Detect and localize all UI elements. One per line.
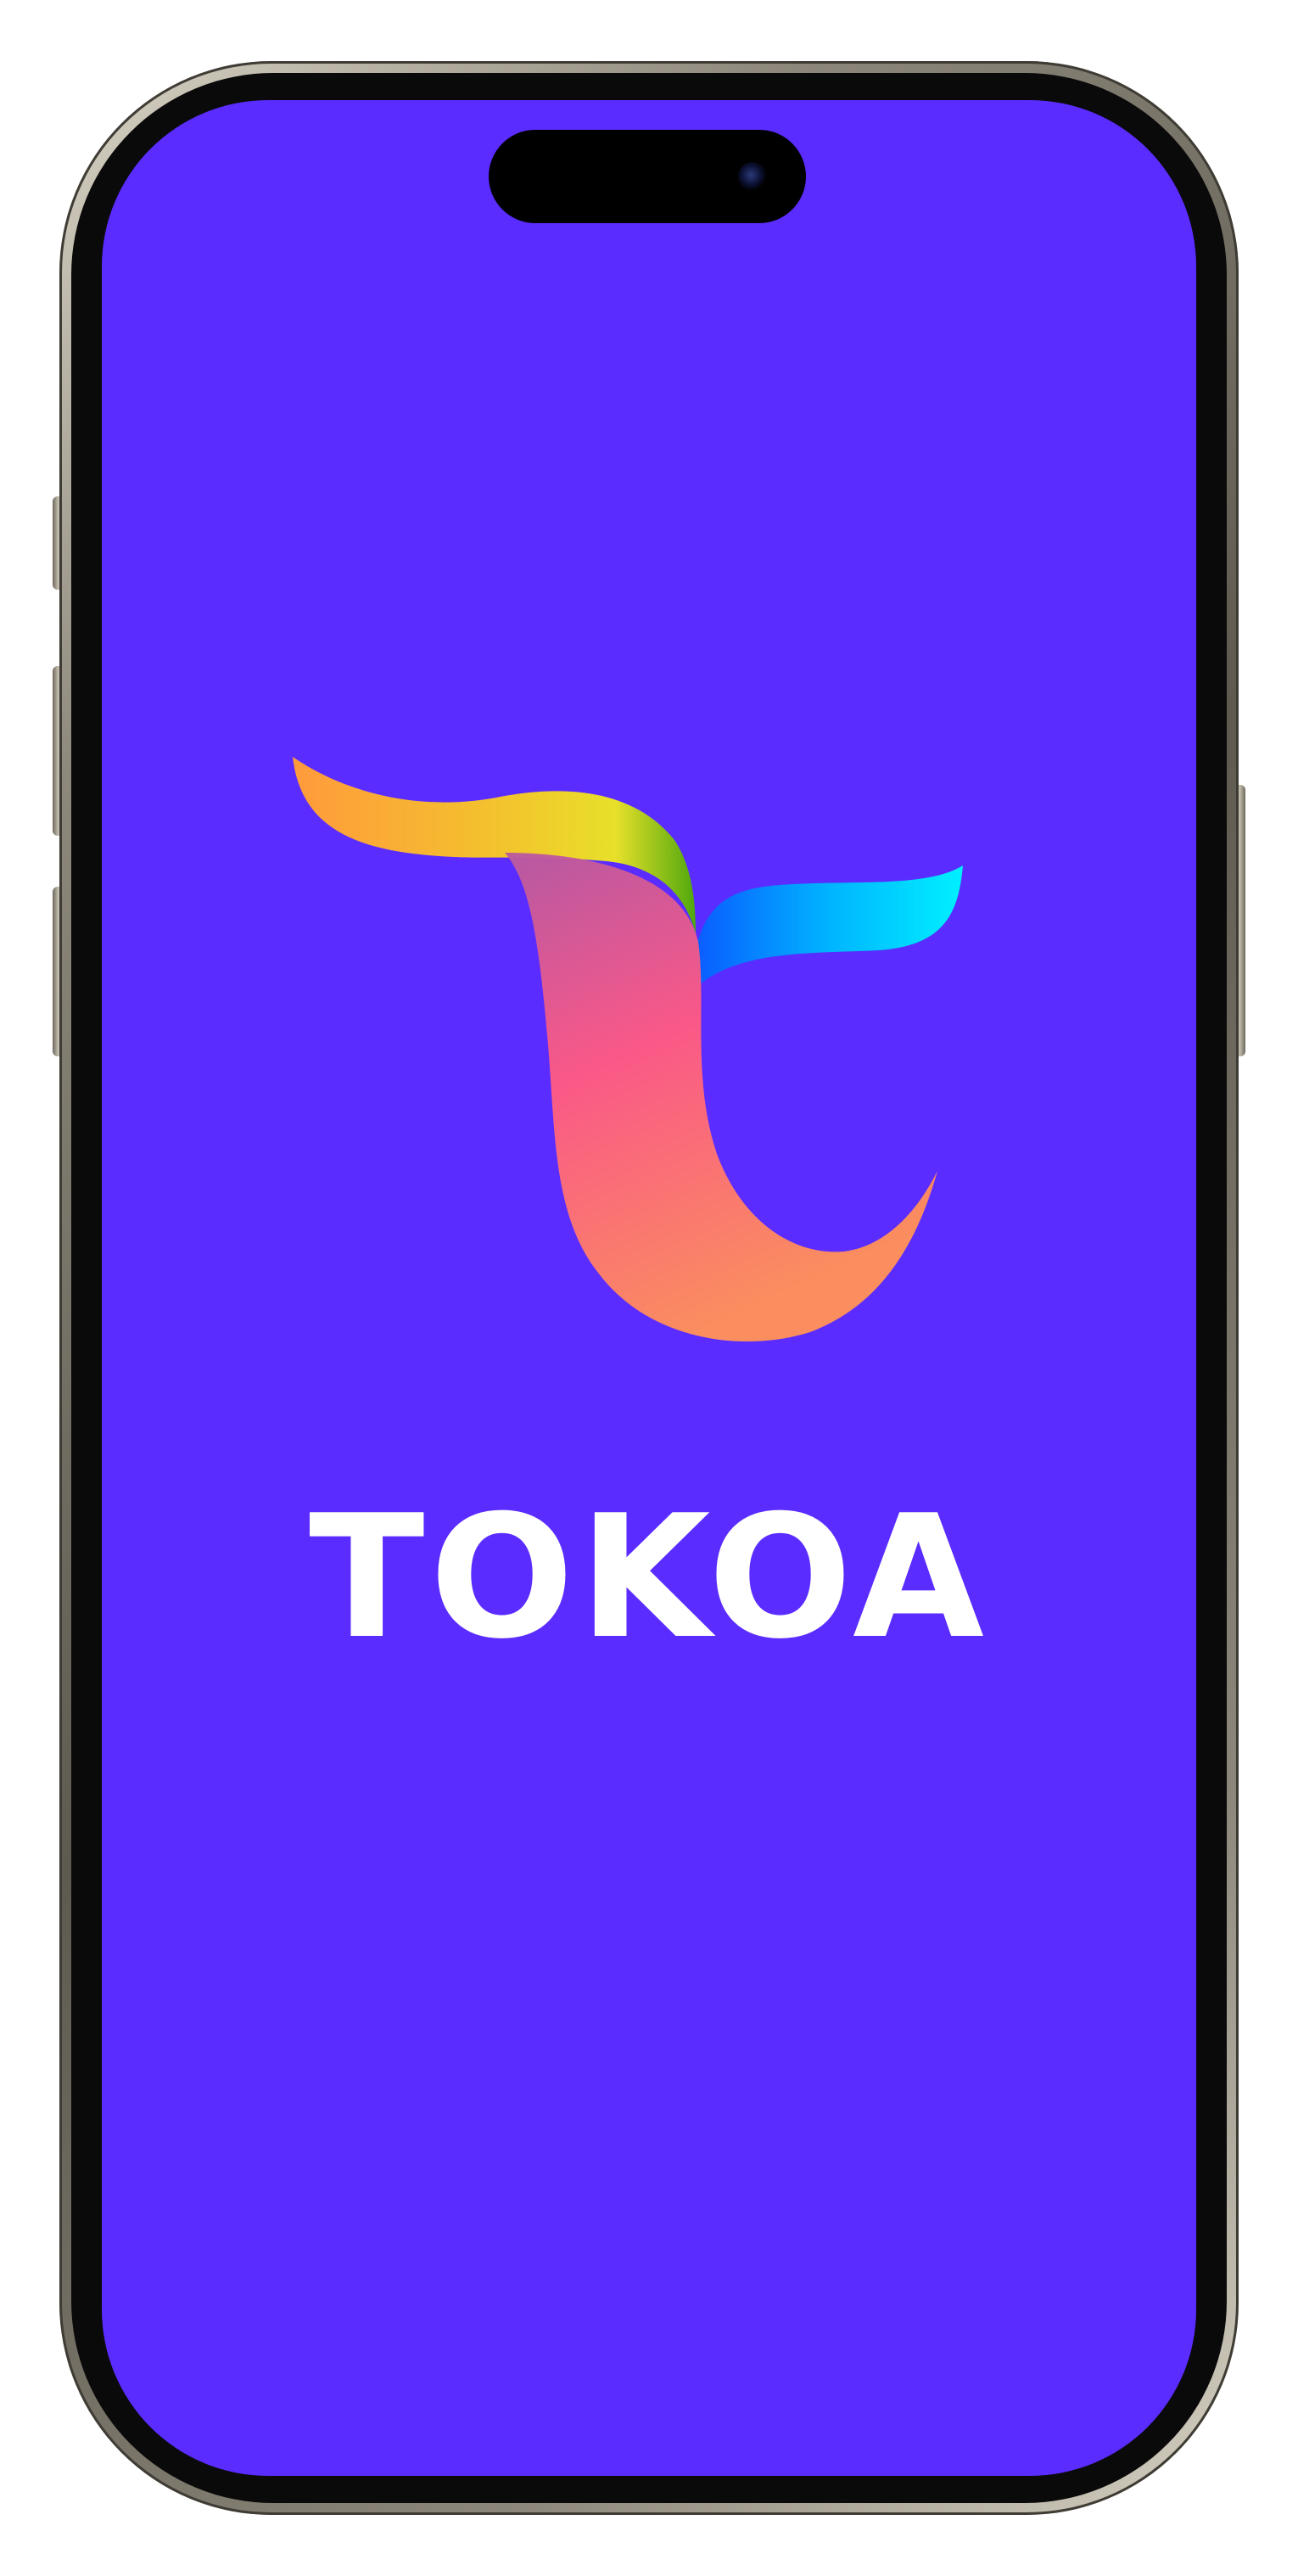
logo-right-ribbon (696, 865, 963, 984)
brand-name: TOKOA (309, 1479, 989, 1677)
tokoa-logo-icon (293, 757, 963, 1342)
device-mockup: TOKOA (0, 0, 1298, 2576)
camera-icon (738, 162, 767, 191)
